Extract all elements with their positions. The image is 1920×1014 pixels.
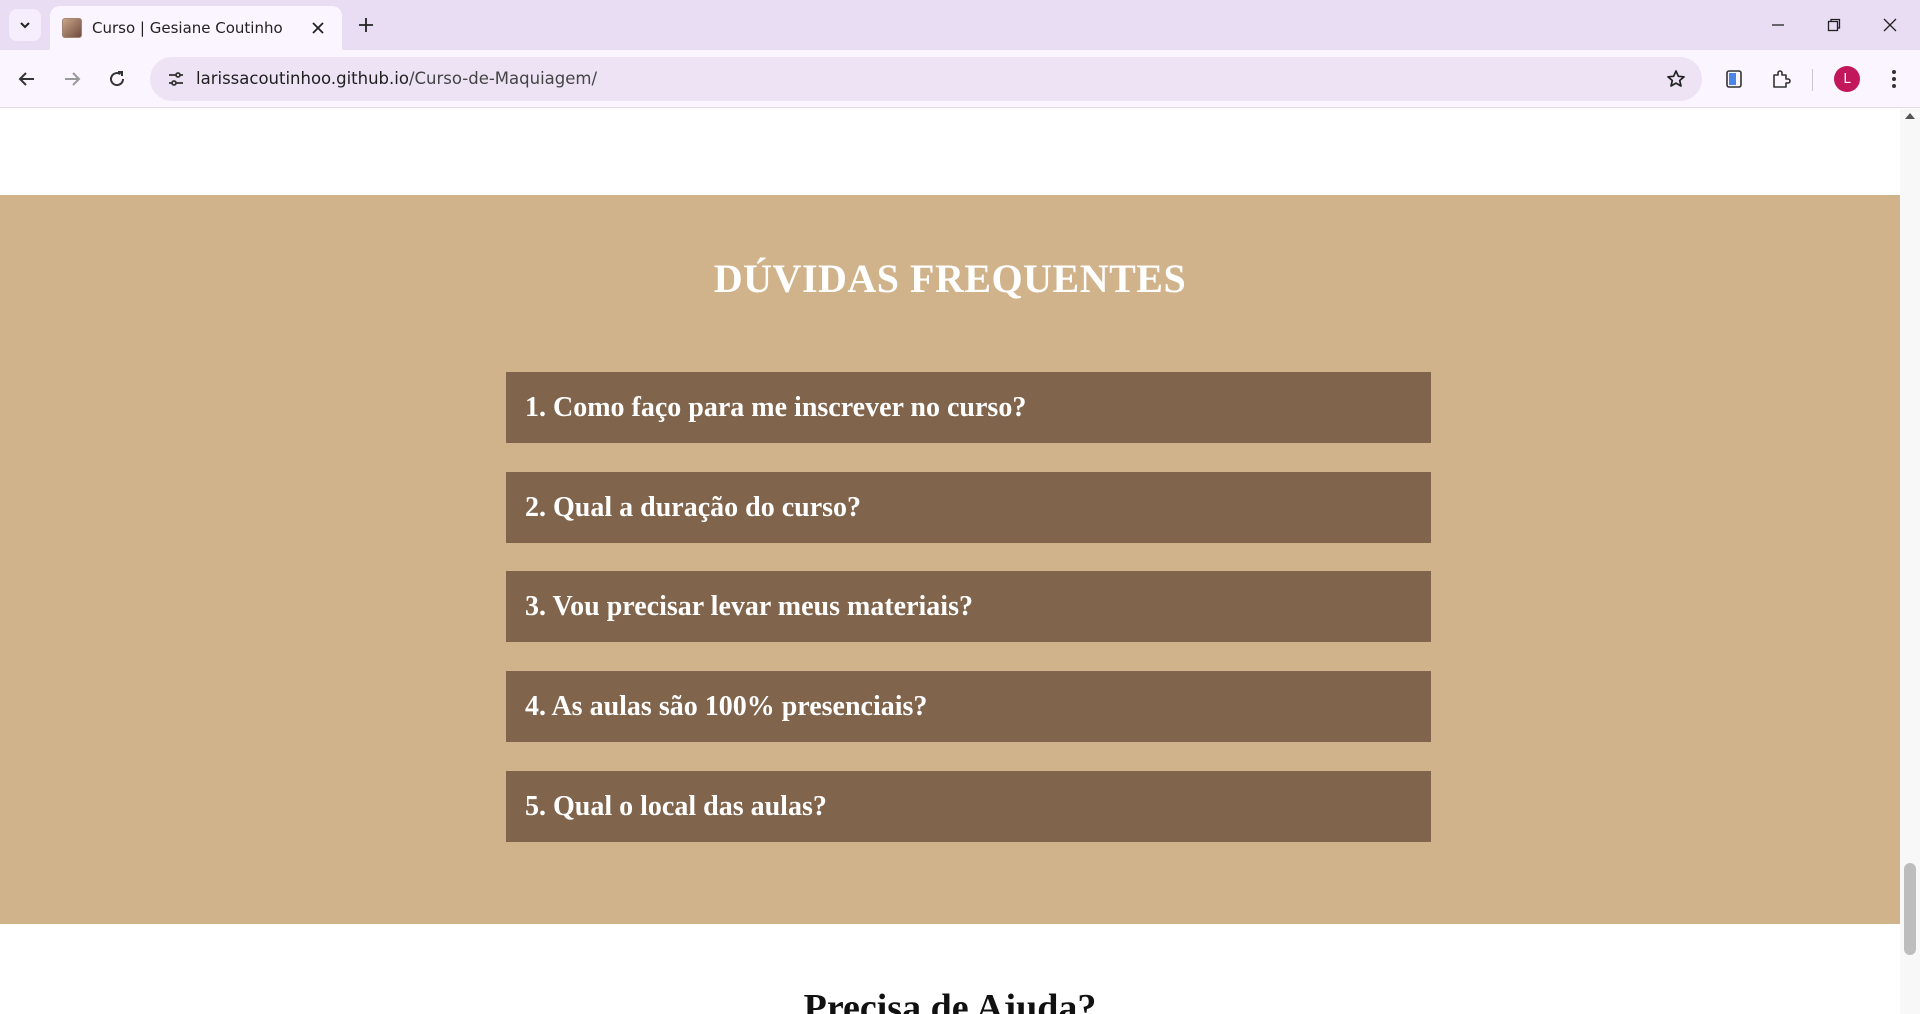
faq-item[interactable]: 2. Qual a duração do curso? bbox=[506, 472, 1431, 543]
url-text[interactable]: larissacoutinhoo.github.io/Curso-de-Maqu… bbox=[196, 69, 597, 88]
url-path: /Curso-de-Maquiagem/ bbox=[408, 69, 598, 88]
side-panel-button[interactable] bbox=[1716, 61, 1752, 97]
puzzle-icon bbox=[1773, 70, 1791, 88]
close-icon bbox=[312, 22, 324, 34]
address-bar[interactable]: larissacoutinhoo.github.io/Curso-de-Maqu… bbox=[150, 57, 1702, 101]
page-scrollbar[interactable] bbox=[1900, 109, 1920, 1014]
faq-title: DÚVIDAS FREQUENTES bbox=[713, 256, 1187, 301]
tab-title: Curso | Gesiane Coutinho bbox=[92, 19, 283, 37]
faq-item[interactable]: 4. As aulas são 100% presenciais? bbox=[506, 671, 1431, 742]
star-icon bbox=[1667, 70, 1685, 87]
back-button[interactable] bbox=[9, 61, 45, 97]
profile-avatar[interactable]: L bbox=[1834, 66, 1860, 92]
tune-icon bbox=[169, 72, 183, 86]
reload-icon bbox=[110, 71, 125, 87]
arrow-left-icon bbox=[18, 72, 34, 86]
url-host: larissacoutinhoo.github.io bbox=[196, 69, 409, 88]
toolbar-divider bbox=[1812, 69, 1813, 91]
tab-search-button[interactable] bbox=[9, 9, 41, 41]
close-window-button[interactable] bbox=[1862, 0, 1918, 50]
close-icon bbox=[1883, 18, 1897, 32]
scroll-up-arrow-icon[interactable] bbox=[1905, 113, 1915, 119]
help-section-title: Precisa de Ajuda? bbox=[803, 987, 1097, 1014]
scrollbar-thumb[interactable] bbox=[1904, 863, 1916, 955]
kebab-menu-icon bbox=[1892, 70, 1896, 88]
restore-button[interactable] bbox=[1806, 0, 1862, 50]
minimize-icon bbox=[1772, 24, 1784, 26]
close-tab-button[interactable] bbox=[306, 16, 330, 40]
site-favicon-icon bbox=[62, 18, 82, 38]
browser-toolbar: larissacoutinhoo.github.io/Curso-de-Maqu… bbox=[0, 50, 1920, 108]
bookmark-button[interactable] bbox=[1660, 63, 1692, 95]
faq-section: DÚVIDAS FREQUENTES 1. Como faço para me … bbox=[0, 195, 1900, 924]
faq-item[interactable]: 1. Como faço para me inscrever no curso? bbox=[506, 372, 1431, 443]
faq-item[interactable]: 3. Vou precisar levar meus materiais? bbox=[506, 571, 1431, 642]
forward-button[interactable] bbox=[54, 61, 90, 97]
plus-icon bbox=[359, 18, 373, 32]
new-tab-button[interactable] bbox=[350, 9, 382, 41]
page-viewport: DÚVIDAS FREQUENTES 1. Como faço para me … bbox=[0, 109, 1900, 1014]
reload-button[interactable] bbox=[99, 61, 135, 97]
tab-strip: Curso | Gesiane Coutinho bbox=[0, 0, 1920, 50]
faq-item[interactable]: 5. Qual o local das aulas? bbox=[506, 771, 1431, 842]
browser-menu-button[interactable] bbox=[1876, 61, 1912, 97]
reading-mode-icon bbox=[1726, 70, 1742, 88]
restore-icon bbox=[1827, 18, 1841, 32]
site-info-button[interactable] bbox=[160, 63, 192, 95]
minimize-button[interactable] bbox=[1750, 0, 1806, 50]
arrow-right-icon bbox=[65, 72, 81, 86]
chevron-down-icon bbox=[20, 22, 30, 29]
active-tab[interactable]: Curso | Gesiane Coutinho bbox=[50, 6, 342, 50]
extensions-button[interactable] bbox=[1763, 61, 1799, 97]
